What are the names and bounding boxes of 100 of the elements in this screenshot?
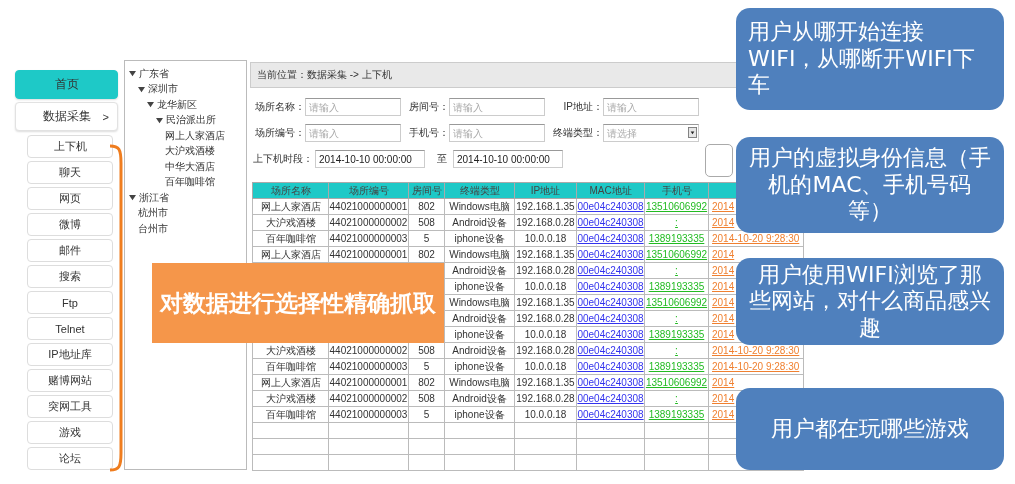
table-cell: 192.168.1.35 [514,374,577,391]
table-cell: iphone设备 [444,406,515,423]
column-header: MAC地址 [576,182,645,199]
table-cell: 44021000000003 [328,406,409,423]
table-cell: 508 [408,214,445,231]
select-field[interactable]: 请选择 [603,124,699,142]
table-cell: 大沪戏酒楼 [252,214,329,231]
column-header: 场所编号 [328,182,409,199]
submenu-item[interactable]: 邮件 [27,239,113,262]
tree-item[interactable]: 深圳市 [148,82,178,97]
table-cell: Android设备 [444,390,515,407]
table-cell: 44021000000003 [328,358,409,375]
table-cell: 44021000000001 [328,198,409,215]
tree-item[interactable]: 龙华新区 [157,97,197,112]
table-cell: 网上人家酒店 [252,246,329,263]
table-cell: 192.168.0.28 [514,390,577,407]
field-label: 场所名称： [254,100,305,114]
field-label: 场所编号： [254,126,305,140]
input-field[interactable]: 请输入 [449,98,545,116]
input-field[interactable]: 请输入 [603,98,699,116]
submenu-item[interactable]: 突网工具 [27,395,113,418]
table-cell: 192.168.1.35 [514,198,577,215]
table-cell: 百年咖啡馆 [252,358,329,375]
table-cell: iphone设备 [444,358,515,375]
field-label: 上下机时段： [253,152,313,166]
table-cell: Windows电脑 [444,246,515,263]
submenu-item[interactable]: 搜索 [27,265,113,288]
column-header: 房间号 [408,182,445,199]
input-field[interactable]: 请输入 [305,124,401,142]
table-cell: 192.168.1.35 [514,294,577,311]
field-label: IP地址： [562,100,603,114]
table-cell: 192.168.0.28 [514,342,577,359]
tree-item[interactable]: 台州市 [138,221,168,236]
table-cell: 5 [408,406,445,423]
table-cell: 192.168.0.28 [514,214,577,231]
field-label: 终端类型： [552,126,603,140]
callout: 用户从哪开始连接WIFI，从哪断开WIFI下车 [736,8,1004,110]
table-cell: Windows电脑 [444,198,515,215]
submenu-item[interactable]: 赌博网站 [27,369,113,392]
table-cell: 10.0.0.18 [514,406,577,423]
submenu-item[interactable]: 上下机 [27,135,113,158]
tree-item[interactable]: 民治派出所 [166,113,216,128]
column-header: 场所名称 [252,182,329,199]
input-field[interactable]: 请输入 [305,98,401,116]
table-cell: 44021000000001 [328,374,409,391]
column-header: 终端类型 [444,182,515,199]
table-cell: 192.168.0.28 [514,310,577,327]
submenu-item[interactable]: 网页 [27,187,113,210]
tree-item[interactable]: 大沪戏酒楼 [165,144,215,159]
table-cell: 802 [408,246,445,263]
breadcrumb: 当前位置：数据采集 -> 上下机 [257,68,392,82]
tree-item[interactable]: 中华大酒店 [165,159,215,174]
date-field[interactable]: 2014-10-10 00:00:00 [453,150,563,168]
table-cell: 802 [408,374,445,391]
submenu-item[interactable]: 微博 [27,213,113,236]
table-cell: iphone设备 [444,230,515,247]
input-field[interactable]: 请输入 [449,124,545,142]
table-cell: 网上人家酒店 [252,198,329,215]
submenu-item[interactable]: Ftp [27,291,113,314]
submenu-item[interactable]: 论坛 [27,447,113,470]
table-cell: 44021000000002 [328,214,409,231]
table-cell: 百年咖啡馆 [252,406,329,423]
callout: 用户使用WIFI浏览了那些网站，对什么商品感兴趣 [736,258,1004,345]
table-cell: 百年咖啡馆 [252,230,329,247]
table-cell: Android设备 [444,214,515,231]
field-label: 手机号： [408,126,449,140]
table-cell: 5 [408,358,445,375]
nav-item[interactable]: 数据采集 > [15,102,118,131]
submenu-item[interactable]: Telnet [27,317,113,340]
table-cell: 网上人家酒店 [252,374,329,391]
table-cell: 44021000000002 [328,390,409,407]
field-label: 房间号： [408,100,449,114]
table-cell: 5 [408,230,445,247]
table-cell: 44021000000003 [328,230,409,247]
tree-item[interactable]: 广东省 [139,66,169,81]
table-cell: 802 [408,198,445,215]
table-cell: 192.168.0.28 [514,262,577,279]
callout: 用户的虚拟身份信息（手机的MAC、手机号码等） [736,137,1004,233]
nav-item[interactable]: 首页 [15,70,118,99]
table-cell: Windows电脑 [444,374,515,391]
submenu-item[interactable]: 聊天 [27,161,113,184]
banner: 对数据进行选择性精确抓取 [152,263,444,343]
tree-item[interactable]: 杭州市 [138,206,168,221]
column-header: 手机号 [644,182,709,199]
table-cell: Android设备 [444,342,515,359]
tree-item[interactable]: 百年咖啡馆 [165,175,215,190]
table-cell: 508 [408,390,445,407]
submenu-item[interactable]: 游戏 [27,421,113,444]
table-cell: 44021000000001 [328,246,409,263]
callout: 用户都在玩哪些游戏 [736,388,1004,470]
table-cell: 10.0.0.18 [514,230,577,247]
column-header: IP地址 [514,182,577,199]
table-cell: 192.168.1.35 [514,246,577,263]
table-cell: 10.0.0.18 [514,326,577,343]
date-field[interactable]: 2014-10-10 00:00:00 [315,150,425,168]
table-cell: 大沪戏酒楼 [252,390,329,407]
tree-item[interactable]: 网上人家酒店 [165,128,225,143]
table-cell: 10.0.0.18 [514,358,577,375]
tree-item[interactable]: 浙江省 [139,190,169,205]
submenu-item[interactable]: IP地址库 [27,343,113,366]
